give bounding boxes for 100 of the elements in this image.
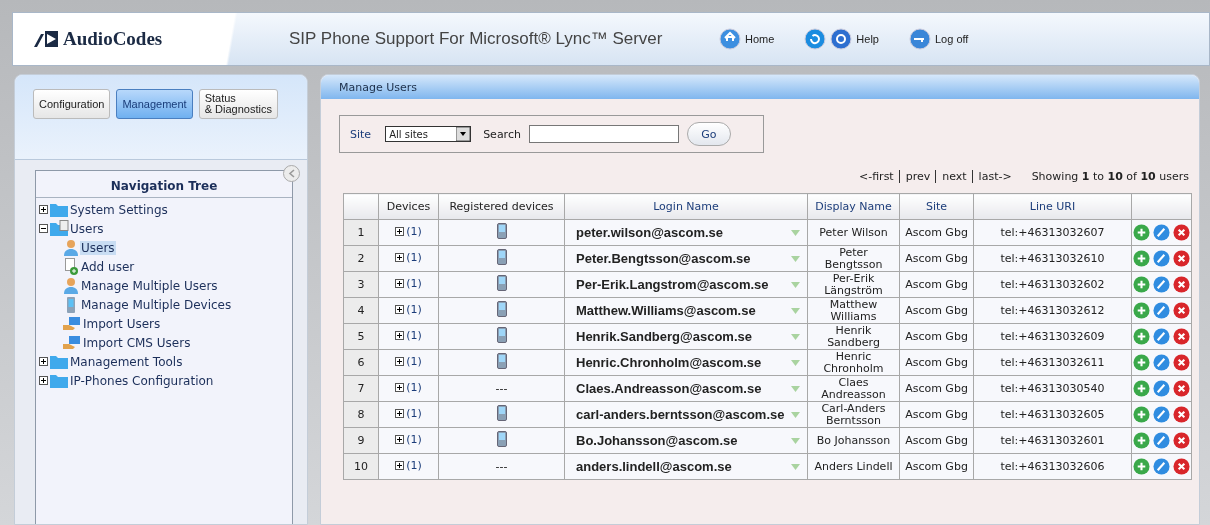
tree-item[interactable]: Users — [69, 221, 105, 236]
logo-icon — [33, 30, 59, 48]
expand-icon[interactable] — [39, 357, 48, 366]
edit-icon[interactable] — [1153, 328, 1170, 345]
mode-tab[interactable]: Status & Diagnostics — [198, 89, 278, 119]
tree-item[interactable]: Users — [80, 240, 116, 255]
edit-icon[interactable] — [1153, 380, 1170, 397]
logoff-icon[interactable] — [908, 28, 931, 50]
column-header[interactable]: Registered devices — [438, 193, 565, 220]
nav-link[interactable]: Help — [830, 28, 879, 50]
hand-screen-icon — [62, 315, 82, 332]
expand-icon[interactable] — [39, 205, 48, 214]
site-select[interactable]: All sites — [385, 126, 472, 142]
mode-tab[interactable]: Configuration — [33, 89, 111, 119]
site-label: Site — [350, 127, 372, 141]
add-icon[interactable] — [1133, 276, 1150, 293]
tree-item[interactable]: Manage Multiple Users — [80, 278, 219, 293]
delete-icon[interactable] — [1173, 224, 1190, 241]
delete-icon[interactable] — [1173, 432, 1190, 449]
expand-icon[interactable] — [395, 279, 405, 289]
column-header[interactable]: Login Name — [564, 193, 808, 220]
add-icon[interactable] — [1133, 406, 1150, 423]
expand-icon[interactable] — [395, 227, 405, 237]
column-header[interactable]: Devices — [378, 193, 439, 220]
home-icon[interactable] — [719, 28, 741, 50]
expand-icon[interactable] — [395, 435, 405, 445]
tree-item[interactable]: Manage Multiple Devices — [80, 297, 233, 312]
login-name: Matthew.Williams@ascom.se — [576, 304, 756, 317]
edit-icon[interactable] — [1153, 354, 1170, 371]
tree-title: Navigation Tree — [36, 171, 292, 198]
refresh-icon[interactable] — [804, 28, 827, 50]
expand-icon[interactable] — [395, 357, 405, 367]
collapse-icon[interactable] — [39, 224, 48, 233]
mode-tab[interactable]: Management — [116, 89, 193, 119]
tree-item[interactable]: Management Tools — [69, 354, 184, 369]
expand-icon[interactable] — [395, 383, 405, 393]
edit-icon[interactable] — [1153, 302, 1170, 319]
edit-icon[interactable] — [1153, 406, 1170, 423]
help-icon[interactable] — [830, 28, 853, 50]
phone-icon — [496, 405, 507, 421]
pager-link[interactable]: <-first — [859, 169, 894, 183]
line-uri: tel:+46313030540 — [973, 375, 1132, 402]
delete-icon[interactable] — [1173, 458, 1190, 475]
pager-link[interactable]: prev — [898, 169, 931, 183]
add-icon[interactable] — [1133, 328, 1150, 345]
go-button[interactable]: Go — [686, 122, 731, 146]
pager-link[interactable]: next — [935, 169, 967, 183]
edit-icon[interactable] — [1153, 224, 1170, 241]
delete-icon[interactable] — [1173, 406, 1190, 423]
line-uri: tel:+46313032611 — [973, 349, 1132, 376]
add-icon[interactable] — [1133, 354, 1150, 371]
expand-icon[interactable] — [395, 331, 405, 341]
logo-text: AudioCodes — [63, 28, 163, 50]
display-name: Peter Wilson — [807, 219, 900, 246]
display-name: Peter Bengtsson — [807, 245, 900, 272]
expand-icon[interactable] — [395, 253, 405, 263]
delete-icon[interactable] — [1173, 250, 1190, 267]
tree-item[interactable]: Import Users — [82, 316, 162, 331]
tree-item[interactable]: System Settings — [69, 202, 169, 217]
add-icon[interactable] — [1133, 250, 1150, 267]
display-name: Bo Johansson — [807, 427, 900, 454]
tree-item[interactable]: Import CMS Users — [82, 335, 192, 350]
add-page-icon — [62, 257, 80, 276]
phone-icon — [496, 249, 507, 265]
no-device-text: --- — [495, 459, 508, 473]
expand-icon[interactable] — [395, 305, 405, 315]
search-field[interactable] — [528, 125, 679, 143]
pager-link[interactable]: last-> — [971, 169, 1012, 183]
login-name: Henric.Chronholm@ascom.se — [576, 356, 762, 369]
add-icon[interactable] — [1133, 302, 1150, 319]
site-cell: Ascom Gbg — [899, 245, 974, 272]
expand-icon[interactable] — [39, 376, 48, 385]
row-number: 2 — [343, 245, 379, 272]
delete-icon[interactable] — [1173, 380, 1190, 397]
line-uri: tel:+46313032607 — [973, 219, 1132, 246]
delete-icon[interactable] — [1173, 302, 1190, 319]
delete-icon[interactable] — [1173, 328, 1190, 345]
add-icon[interactable] — [1133, 458, 1150, 475]
delete-icon[interactable] — [1173, 354, 1190, 371]
tree-item[interactable]: IP-Phones Configuration — [69, 373, 215, 388]
nav-link[interactable]: Home — [719, 28, 775, 50]
edit-icon[interactable] — [1153, 250, 1170, 267]
edit-icon[interactable] — [1153, 458, 1170, 475]
row-number: 3 — [343, 271, 379, 298]
delete-icon[interactable] — [1173, 276, 1190, 293]
tree-item[interactable]: Add user — [80, 259, 136, 274]
edit-icon[interactable] — [1153, 432, 1170, 449]
column-header[interactable]: Site — [899, 193, 974, 220]
add-icon[interactable] — [1133, 380, 1150, 397]
expand-icon[interactable] — [395, 409, 405, 419]
edit-icon[interactable] — [1153, 276, 1170, 293]
collapse-panel-icon[interactable] — [283, 165, 300, 182]
expand-icon[interactable] — [395, 461, 405, 471]
add-icon[interactable] — [1133, 432, 1150, 449]
column-header[interactable]: Line URI — [973, 193, 1132, 220]
dropdown-icon[interactable] — [456, 127, 471, 141]
folder-icon — [49, 372, 69, 389]
nav-link[interactable]: Log off — [908, 28, 969, 50]
column-header[interactable]: Display Name — [807, 193, 900, 220]
add-icon[interactable] — [1133, 224, 1150, 241]
